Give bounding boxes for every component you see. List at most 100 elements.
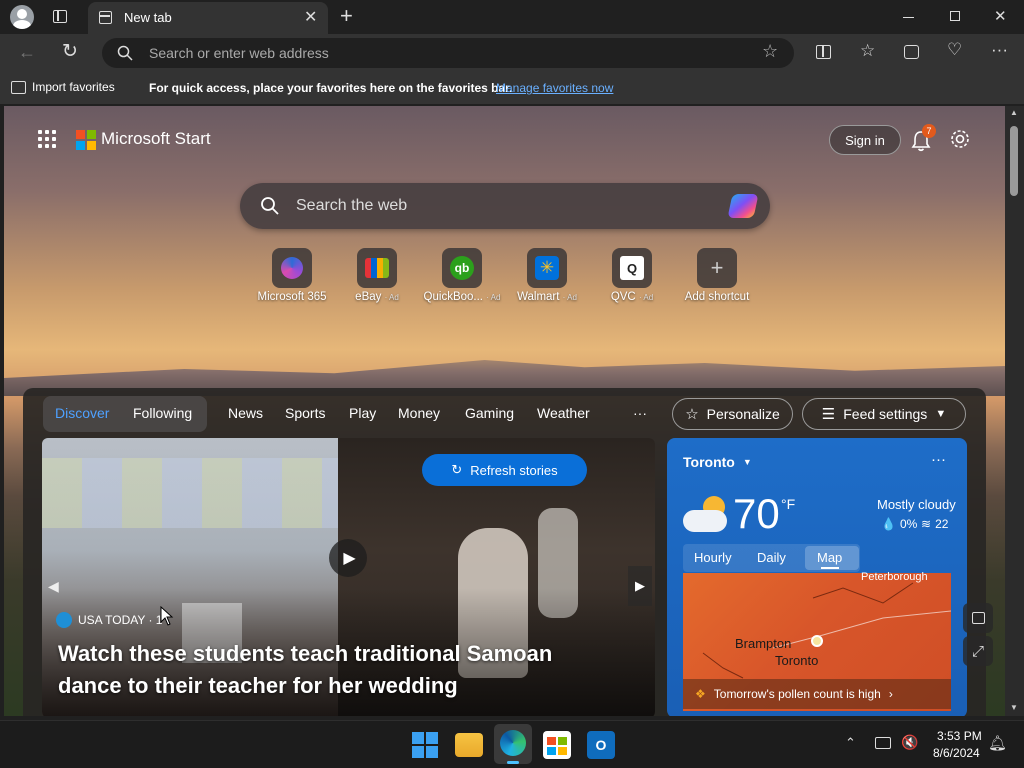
play-icon: ▶ xyxy=(343,550,356,567)
chevron-right-icon: › xyxy=(888,687,893,701)
favorites-icon[interactable]: ☆ xyxy=(860,41,875,61)
split-screen-icon[interactable] xyxy=(816,45,831,59)
refresh-stories-button[interactable]: ↻ Refresh stories xyxy=(422,454,587,486)
gear-icon[interactable] xyxy=(949,128,971,150)
story-source[interactable]: USA TODAY · 1 xyxy=(56,612,162,628)
clock-date[interactable]: 8/6/2024 xyxy=(933,746,980,760)
clock-time[interactable]: 3:53 PM xyxy=(937,729,982,743)
microsoft-store-icon[interactable] xyxy=(543,731,571,759)
pollen-banner[interactable]: ❖ Tomorrow's pollen count is high › xyxy=(683,679,951,709)
active-app-indicator xyxy=(507,761,519,764)
shortcut-label-microsoft-365: Microsoft 365 xyxy=(257,291,327,303)
story-card[interactable]: ↻ Refresh stories ▶ ◀ ▶ USA TODAY · 1 Wa… xyxy=(42,438,655,716)
apps-grid-icon[interactable] xyxy=(38,130,56,148)
pollen-text: Tomorrow's pollen count is high xyxy=(713,687,881,701)
map-label-peterborough: Peterborough xyxy=(861,571,928,583)
scroll-down-icon[interactable]: ▼ xyxy=(1010,703,1018,712)
address-bar[interactable]: Search or enter web address ☆ xyxy=(102,38,794,68)
tab-sports[interactable]: Sports xyxy=(285,405,325,421)
background-image-button[interactable] xyxy=(963,603,993,633)
browser-essentials-icon[interactable]: ♡ xyxy=(947,40,962,60)
image-icon xyxy=(971,612,985,624)
microsoft-logo-icon xyxy=(76,130,96,150)
address-placeholder: Search or enter web address xyxy=(149,45,329,61)
tab-daily[interactable]: Daily xyxy=(757,550,786,565)
tab-hourly[interactable]: Hourly xyxy=(694,550,732,565)
page-scrollbar[interactable]: ▲ ▼ xyxy=(1005,106,1024,716)
quickbooks-icon: qb xyxy=(450,256,474,280)
manage-favorites-link[interactable]: Manage favorites now xyxy=(496,81,613,95)
volume-muted-icon[interactable]: 🔇 xyxy=(901,734,918,751)
close-window-icon[interactable]: ✕ xyxy=(994,7,1007,25)
shortcut-ebay[interactable] xyxy=(357,248,397,288)
tab-following[interactable]: Following xyxy=(133,405,192,421)
wind-value: 22 xyxy=(935,517,949,531)
sliders-icon: ☰ xyxy=(821,406,836,423)
copilot-icon[interactable] xyxy=(727,194,759,218)
outlook-icon[interactable]: O xyxy=(587,731,615,759)
personalize-label: Personalize xyxy=(706,406,780,422)
tab-play[interactable]: Play xyxy=(349,405,376,421)
weather-condition: Mostly cloudy xyxy=(877,497,956,512)
file-explorer-icon[interactable] xyxy=(455,733,483,757)
show-hidden-icons-icon[interactable]: ⌃ xyxy=(845,735,856,751)
import-icon xyxy=(11,80,26,94)
title-bar: New tab ✕ + ✕ xyxy=(0,0,1024,34)
tab-actions-icon[interactable] xyxy=(53,10,67,23)
shortcut-qvc[interactable]: Q xyxy=(612,248,652,288)
precip-value: 0% xyxy=(899,517,918,531)
raindrop-icon: 💧 xyxy=(881,517,896,531)
next-story-button[interactable]: ▶ xyxy=(628,566,652,606)
weather-temperature: 70 xyxy=(733,490,780,537)
settings-more-icon[interactable]: ··· xyxy=(991,40,1008,60)
back-icon[interactable]: ← xyxy=(18,42,36,63)
shortcut-quickbooks[interactable]: qb xyxy=(442,248,482,288)
tab-gaming[interactable]: Gaming xyxy=(465,405,514,421)
refresh-icon[interactable]: ↻ xyxy=(62,40,78,63)
weather-map[interactable]: Peterborough Brampton Toronto ❖ Tomorrow… xyxy=(683,571,951,711)
personalize-button[interactable]: ☆ Personalize xyxy=(672,398,793,430)
expand-feed-button[interactable]: ⤢ xyxy=(963,636,993,666)
feed-settings-button[interactable]: ☰ Feed settings ▼ xyxy=(802,398,966,430)
notification-center-icon[interactable]: 🔔︎ xyxy=(988,734,1007,752)
weather-unit[interactable]: °F xyxy=(781,496,795,512)
profile-avatar[interactable] xyxy=(10,5,34,29)
refresh-stories-label: Refresh stories xyxy=(470,462,558,478)
refresh-icon: ↻ xyxy=(451,462,463,477)
tab-map[interactable]: Map xyxy=(817,550,842,565)
shortcut-microsoft-365[interactable] xyxy=(272,248,312,288)
import-favorites-button[interactable]: Import favorites xyxy=(11,80,115,94)
weather-card[interactable]: Toronto ▼ ··· 70 °F Mostly cloudy 💧 0% ≋… xyxy=(667,438,967,716)
scroll-up-icon[interactable]: ▲ xyxy=(1010,108,1018,117)
tab-weather[interactable]: Weather xyxy=(537,405,590,421)
more-tabs-icon[interactable]: ··· xyxy=(633,405,647,421)
mouse-cursor-icon xyxy=(160,606,174,626)
chevron-down-icon: ▼ xyxy=(742,457,752,467)
shortcut-walmart[interactable]: ✳ xyxy=(527,248,567,288)
story-headline[interactable]: Watch these students teach traditional S… xyxy=(58,638,618,702)
play-video-button[interactable]: ▶ xyxy=(329,539,367,577)
new-tab-icon[interactable]: + xyxy=(340,3,353,29)
tab-new-tab[interactable]: New tab ✕ xyxy=(88,2,328,34)
previous-story-icon[interactable]: ◀ xyxy=(48,578,59,595)
web-search-box[interactable]: Search the web xyxy=(240,183,770,229)
favorite-star-icon[interactable]: ☆ xyxy=(762,41,778,62)
weather-location[interactable]: Toronto ▼ xyxy=(683,454,752,470)
restore-icon[interactable] xyxy=(950,11,960,21)
weather-more-icon[interactable]: ··· xyxy=(931,451,946,468)
sign-in-button[interactable]: Sign in xyxy=(829,125,901,155)
network-icon[interactable] xyxy=(875,737,891,749)
shortcut-add[interactable]: + xyxy=(697,248,737,288)
minimize-icon[interactable] xyxy=(903,17,914,18)
tab-news[interactable]: News xyxy=(228,405,263,421)
close-tab-icon[interactable]: ✕ xyxy=(304,7,317,27)
edge-taskbar-button[interactable] xyxy=(494,724,532,764)
collections-icon[interactable] xyxy=(904,45,919,59)
scroll-thumb[interactable] xyxy=(1010,126,1018,196)
notifications-button[interactable]: 7 xyxy=(910,124,936,152)
tab-money[interactable]: Money xyxy=(398,405,440,421)
tab-discover[interactable]: Discover xyxy=(55,405,109,421)
windows-start-icon[interactable] xyxy=(411,731,439,759)
map-label-toronto: Toronto xyxy=(775,653,819,668)
taskbar: O ⌃ 🔇 3:53 PM 8/6/2024 🔔︎ xyxy=(0,720,1024,768)
